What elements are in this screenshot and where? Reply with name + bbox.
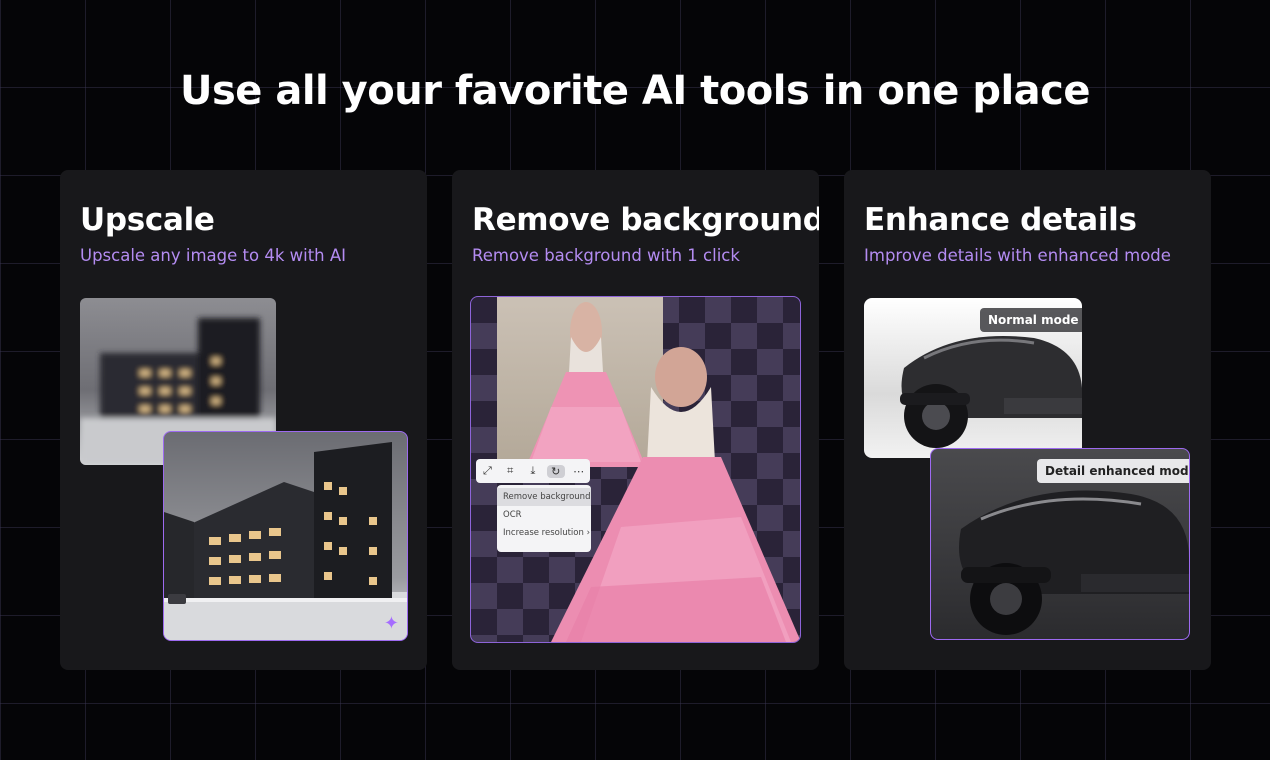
menu-item-ocr[interactable]: OCR: [497, 506, 591, 524]
more-icon[interactable]: ⋯: [570, 465, 588, 478]
card-title: Enhance details: [864, 202, 1137, 238]
image-toolbar: ⤢ ⌗ ⤓ ↻ ⋯: [476, 459, 590, 483]
card-subtitle: Remove background with 1 click: [472, 246, 740, 265]
card-subtitle: Upscale any image to 4k with AI: [80, 246, 347, 265]
detail-enhanced-mode-tag: Detail enhanced mode: [1037, 459, 1189, 483]
sparkle-icon: ✦: [383, 613, 399, 634]
card-subtitle: Improve details with enhanced mode: [864, 246, 1171, 265]
download-icon[interactable]: ⤓: [524, 464, 542, 478]
menu-item-increase-resolution[interactable]: Increase resolution ›: [497, 524, 591, 542]
card-upscale[interactable]: Upscale Upscale any image to 4k with AI: [60, 170, 427, 670]
card-enhance-details[interactable]: Enhance details Improve details with enh…: [844, 170, 1211, 670]
upscaled-building-image: ✦: [163, 431, 408, 641]
remove-background-preview: ⤢ ⌗ ⤓ ↻ ⋯ Remove background OCR Increase…: [470, 296, 801, 643]
sharp-building-graphic: [164, 442, 407, 640]
page-headline: Use all your favorite AI tools in one pl…: [179, 68, 1091, 114]
tool-menu: Remove background OCR Increase resolutio…: [497, 485, 591, 552]
card-title: Remove background: [472, 202, 819, 238]
normal-mode-tag: Normal mode: [980, 308, 1082, 332]
refresh-icon[interactable]: ↻: [546, 464, 565, 478]
detail-enhanced-scooter-image: Detail enhanced mode: [930, 448, 1190, 640]
menu-item-remove-background[interactable]: Remove background: [497, 488, 591, 506]
card-remove-background[interactable]: Remove background Remove background with…: [452, 170, 819, 670]
normal-mode-scooter-image: Normal mode: [864, 298, 1082, 458]
crop-icon[interactable]: ⌗: [501, 464, 519, 478]
expand-icon[interactable]: ⤢: [478, 464, 496, 478]
card-title: Upscale: [80, 202, 215, 238]
